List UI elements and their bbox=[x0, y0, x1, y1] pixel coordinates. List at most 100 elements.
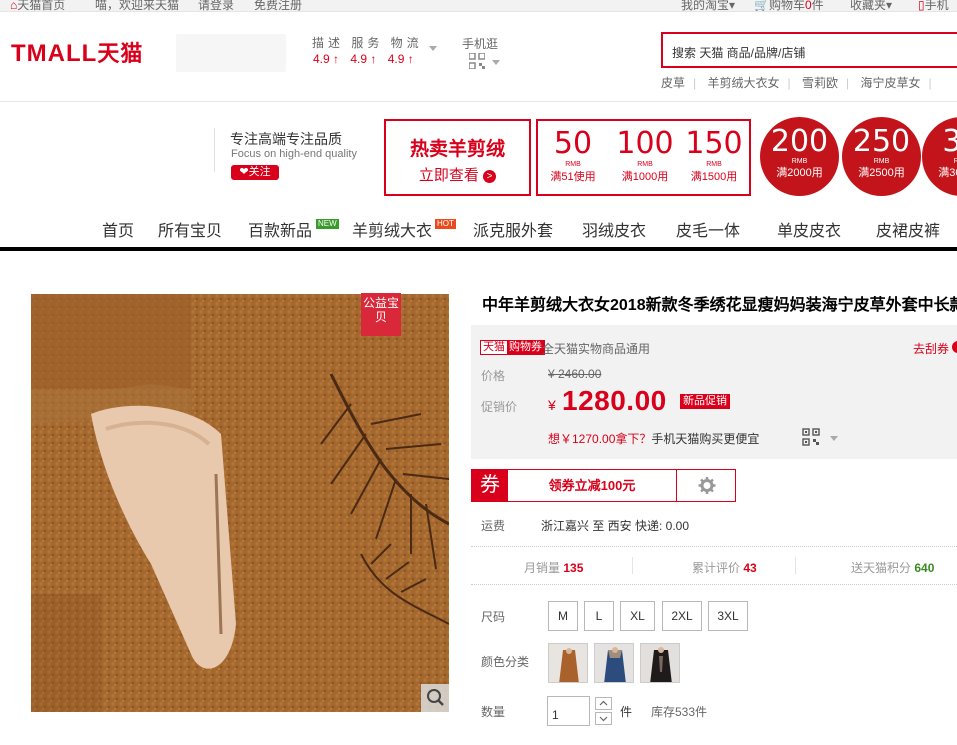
banner-divider bbox=[214, 128, 215, 172]
nav-new-items[interactable]: 百款新品 bbox=[248, 217, 312, 241]
arrow-right-icon: > bbox=[483, 170, 497, 183]
quantity-unit: 件 bbox=[620, 705, 633, 719]
hot-sale-banner[interactable]: 热卖羊剪绒 立即查看 > bbox=[384, 119, 531, 196]
product-photo bbox=[31, 294, 449, 712]
tmall-logo[interactable]: TMALL天猫 bbox=[11, 36, 143, 68]
size-option-3xl[interactable]: 3XL bbox=[708, 601, 748, 631]
size-option-m[interactable]: M bbox=[548, 601, 578, 631]
coupon-group: 50 RMB 满51使用 100 RMB 满1000用 150 RMB 满150… bbox=[536, 119, 751, 196]
color-option-black[interactable] bbox=[640, 643, 680, 683]
hotword-link[interactable]: 海宁皮草女 bbox=[860, 76, 920, 90]
color-label: 颜色分类 bbox=[481, 655, 530, 669]
welcome-text: 喵，欢迎来天猫 bbox=[95, 0, 180, 12]
nav-fur-integrated[interactable]: 皮毛一体 bbox=[676, 217, 740, 241]
login-link[interactable]: 请登录 bbox=[198, 0, 234, 11]
shop-slogan-en: Focus on high-end quality bbox=[231, 148, 357, 160]
hotword-link[interactable]: 羊剪绒大衣女 bbox=[707, 76, 779, 90]
currency-symbol: ¥ bbox=[548, 397, 556, 413]
quantity-increase[interactable] bbox=[595, 697, 612, 710]
size-option-l[interactable]: L bbox=[584, 601, 614, 631]
coupon-settings[interactable] bbox=[676, 470, 736, 501]
stat-separator bbox=[632, 557, 633, 574]
total-reviews[interactable]: 累计评价 43 bbox=[692, 559, 757, 576]
nav-shearling-coat[interactable]: 羊剪绒大衣 bbox=[352, 217, 432, 241]
original-price: ¥ 2460.00 bbox=[548, 367, 602, 381]
coupon-300[interactable]: 30 RMB 满3000用 bbox=[922, 117, 957, 196]
nav-home[interactable]: 首页 bbox=[102, 217, 134, 241]
qr-code-icon[interactable] bbox=[802, 428, 820, 446]
coupon-150[interactable]: 150 RMB 满1500用 bbox=[679, 127, 749, 185]
mobile-deal-link[interactable]: 想￥1270.00拿下？手机天猫购买更便宜 bbox=[548, 430, 759, 447]
tmall-home-link[interactable]: ⌂天猫首页 bbox=[10, 0, 65, 11]
nav-single-leather[interactable]: 单皮皮衣 bbox=[777, 217, 841, 241]
product-title: 中年羊剪绒大衣女2018新款冬季绣花显瘦妈妈装海宁皮草外套中长款 bbox=[482, 297, 957, 314]
coupon-claim-bar[interactable]: 券 领券立减100元 bbox=[471, 469, 736, 502]
my-taobao-link[interactable]: 我的淘宝▾ bbox=[681, 0, 735, 11]
monthly-sales: 月销量 135 bbox=[524, 561, 584, 575]
color-option-camel[interactable] bbox=[548, 643, 588, 683]
cart-link[interactable]: 🛒购物车0件 bbox=[754, 0, 824, 12]
chevron-down-icon[interactable] bbox=[429, 46, 437, 51]
quantity-input[interactable]: 1 bbox=[547, 696, 590, 726]
chevron-up-icon bbox=[599, 700, 608, 706]
hotword-link[interactable]: 皮草 bbox=[661, 76, 685, 90]
shopping-coupon-tag: 天猫 购物券 bbox=[480, 340, 545, 355]
product-main-image[interactable] bbox=[31, 294, 449, 712]
mobile-browse-label[interactable]: 手机逛 bbox=[462, 35, 498, 52]
size-option-2xl[interactable]: 2XL bbox=[662, 601, 702, 631]
stat-separator bbox=[795, 557, 796, 574]
cart-icon: 🛒 bbox=[754, 0, 769, 12]
new-promo-tag: 新品促销 bbox=[680, 394, 730, 409]
chevron-down-icon bbox=[599, 716, 608, 722]
coupon-claim-text[interactable]: 领券立减100元 bbox=[508, 470, 676, 501]
size-option-xl[interactable]: XL bbox=[620, 601, 655, 631]
register-link[interactable]: 免费注册 bbox=[254, 0, 302, 11]
chevron-down-icon[interactable] bbox=[830, 436, 838, 441]
nav-down-leather[interactable]: 羽绒皮衣 bbox=[582, 217, 646, 241]
coupon-note: 全天猫实物商品通用 bbox=[542, 342, 651, 356]
search-placeholder: 搜索 天猫 商品/品牌/店铺 bbox=[672, 46, 806, 60]
coupon-250[interactable]: 250 RMB 满2500用 bbox=[842, 117, 921, 196]
new-badge: NEW bbox=[316, 219, 339, 229]
charity-badge: 公益宝贝 bbox=[361, 293, 401, 336]
price-label: 价格 bbox=[481, 369, 506, 383]
logo-cn: 天猫 bbox=[97, 41, 144, 66]
gear-icon bbox=[698, 477, 716, 494]
circle-arrow-icon bbox=[952, 341, 957, 353]
favorites-link[interactable]: 收藏夹▾ bbox=[850, 0, 893, 12]
stock-count: 库存533件 bbox=[651, 705, 708, 719]
zoom-button[interactable] bbox=[421, 684, 449, 712]
chevron-down-icon[interactable] bbox=[492, 60, 500, 65]
nav-underline bbox=[0, 247, 957, 251]
rating-values: 4.9 ↑ 4.9 ↑ 4.9 ↑ bbox=[313, 52, 422, 66]
nav-all-items[interactable]: 所有宝贝 bbox=[158, 217, 222, 241]
shipping-route[interactable]: 浙江嘉兴 至 西安 快递: 0.00 bbox=[541, 517, 689, 534]
coupon-50[interactable]: 50 RMB 满51使用 bbox=[538, 127, 608, 185]
hot-search-words: 皮草 | 羊剪绒大衣女 | 雪莉欧 | 海宁皮草女 | bbox=[661, 76, 932, 90]
hotword-link[interactable]: 雪莉欧 bbox=[802, 76, 838, 90]
sale-price: 1280.00 bbox=[562, 385, 667, 416]
chevron-down-icon: ▾ bbox=[886, 0, 893, 12]
rating-desc: 4.9 ↑ bbox=[313, 52, 340, 66]
coupon-200[interactable]: 200 RMB 满2000用 bbox=[760, 117, 839, 196]
search-input[interactable]: 搜索 天猫 商品/品牌/店铺 bbox=[661, 32, 957, 68]
rating-label: 描述 服务 物流 bbox=[312, 36, 423, 50]
mobile-link[interactable]: ▯手机 bbox=[918, 0, 949, 12]
hot-sale-title: 热卖羊剪绒 bbox=[409, 139, 505, 160]
logo-text: TMALL bbox=[11, 40, 98, 67]
shop-name-area[interactable] bbox=[176, 34, 286, 72]
quantity-label: 数量 bbox=[481, 705, 506, 719]
quantity-decrease[interactable] bbox=[595, 712, 612, 725]
nav-leather-skirts[interactable]: 皮裙皮裤 bbox=[876, 217, 940, 241]
get-coupon-link[interactable]: 去刮券 bbox=[913, 340, 957, 357]
follow-button[interactable]: ❤关注 bbox=[231, 165, 279, 180]
size-label: 尺码 bbox=[481, 610, 506, 624]
color-option-blue[interactable] bbox=[594, 643, 634, 683]
divider bbox=[471, 584, 957, 585]
nav-parka[interactable]: 派克服外套 bbox=[473, 217, 553, 241]
coupon-100[interactable]: 100 RMB 满1000用 bbox=[610, 127, 680, 185]
rating-logistics: 4.9 ↑ bbox=[387, 52, 414, 66]
phone-icon: ▯ bbox=[918, 0, 925, 12]
view-now-link[interactable]: 立即查看 > bbox=[386, 164, 529, 185]
qr-code-icon[interactable] bbox=[469, 53, 485, 69]
